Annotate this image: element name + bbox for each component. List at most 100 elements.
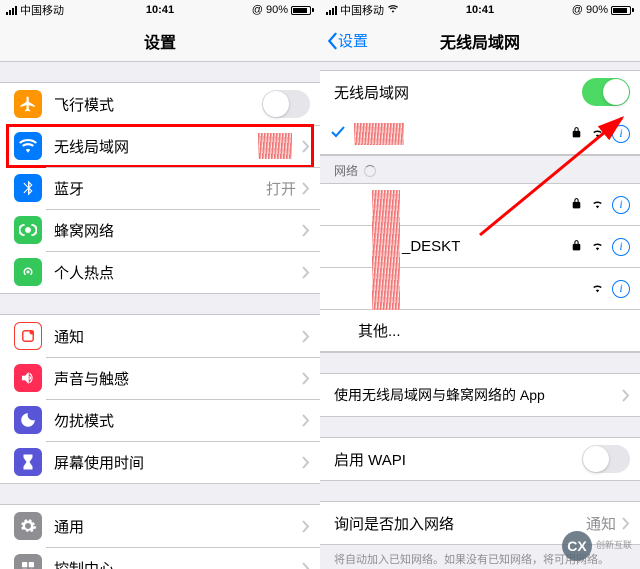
row-apps-using-wifi[interactable]: 使用无线局域网与蜂窝网络的 App <box>320 374 640 416</box>
notify-icon <box>14 322 42 350</box>
row-wifi[interactable]: 无线局域网 <box>0 125 320 167</box>
carrier-label: 中国移动 <box>20 2 64 18</box>
info-button[interactable]: i <box>612 196 630 214</box>
row-label: 勿扰模式 <box>54 410 302 431</box>
carrier-label: 中国移动 <box>340 2 384 18</box>
wifi-apps-group: 使用无线局域网与蜂窝网络的 App <box>320 373 640 417</box>
row-bluetooth[interactable]: 蓝牙 打开 <box>0 167 320 209</box>
battery-icon <box>611 6 634 15</box>
network-row[interactable]: _DESKT i <box>320 226 640 268</box>
row-control-center[interactable]: 控制中心 <box>0 547 320 569</box>
row-wapi[interactable]: 启用 WAPI <box>320 438 640 480</box>
row-screentime[interactable]: 屏幕使用时间 <box>0 441 320 483</box>
networks-list: i _DESKT i i 其他... <box>320 183 640 353</box>
watermark-logo: CX <box>562 531 592 561</box>
wifi-signal-icon <box>591 239 604 255</box>
row-other-network[interactable]: 其他... <box>320 310 640 352</box>
lock-icon <box>570 197 583 213</box>
row-label: 蜂窝网络 <box>54 220 302 241</box>
nav-bar: 设置 无线局域网 <box>320 20 640 62</box>
row-label: 其他... <box>358 320 630 341</box>
wifi-status-icon <box>387 4 399 17</box>
networks-header: 网络 <box>320 156 640 183</box>
info-button[interactable]: i <box>612 280 630 298</box>
info-button[interactable]: i <box>612 238 630 256</box>
row-cellular[interactable]: 蜂窝网络 <box>0 209 320 251</box>
back-button[interactable]: 设置 <box>326 30 368 51</box>
page-title: 无线局域网 <box>440 29 520 53</box>
row-general[interactable]: 通用 <box>0 505 320 547</box>
orientation-lock-icon: @ <box>252 4 263 16</box>
row-dnd[interactable]: 勿扰模式 <box>0 399 320 441</box>
hotspot-icon <box>14 258 42 286</box>
settings-group-notifications: 通知 声音与触感 勿扰模式 屏幕使用时间 <box>0 314 320 484</box>
status-time: 10:41 <box>466 4 494 16</box>
row-label: 无线局域网 <box>334 82 582 103</box>
loading-spinner-icon <box>364 165 376 177</box>
chevron-right-icon <box>622 517 630 530</box>
row-hotspot[interactable]: 个人热点 <box>0 251 320 293</box>
wapi-group: 启用 WAPI <box>320 437 640 481</box>
row-label: 无线局域网 <box>54 136 258 157</box>
row-value: 打开 <box>266 178 296 199</box>
hourglass-icon <box>14 448 42 476</box>
checkmark-icon <box>330 124 348 143</box>
cellular-icon <box>14 216 42 244</box>
phone-wifi-detail: 中国移动 10:41 @ 90% 设置 无线局域网 无线局域网 i <box>320 0 640 569</box>
lock-icon <box>570 126 583 142</box>
row-label: 询问是否加入网络 <box>334 513 586 534</box>
signal-bars-icon <box>326 6 337 15</box>
info-button[interactable]: i <box>612 125 630 143</box>
network-row[interactable]: i <box>320 268 640 310</box>
chevron-right-icon <box>302 520 310 533</box>
airplane-icon <box>14 90 42 118</box>
chevron-right-icon <box>622 389 630 402</box>
lock-icon <box>570 239 583 255</box>
row-airplane-mode[interactable]: 飞行模式 <box>0 83 320 125</box>
battery-pct: 90% <box>586 4 608 16</box>
row-label: 使用无线局域网与蜂窝网络的 App <box>334 385 622 405</box>
wapi-switch[interactable] <box>582 445 630 473</box>
bluetooth-icon <box>14 174 42 202</box>
wifi-signal-icon <box>591 281 604 297</box>
row-sounds[interactable]: 声音与触感 <box>0 357 320 399</box>
wifi-signal-icon <box>591 126 604 142</box>
row-label: 通知 <box>54 326 302 347</box>
wifi-icon <box>14 132 42 160</box>
sound-icon <box>14 364 42 392</box>
row-label: 通用 <box>54 516 302 537</box>
row-label: 飞行模式 <box>54 94 262 115</box>
redacted-network-names <box>372 190 400 310</box>
row-label: 蓝牙 <box>54 178 266 199</box>
chevron-right-icon <box>302 562 310 569</box>
chevron-right-icon <box>302 456 310 469</box>
back-label: 设置 <box>338 30 368 51</box>
status-bar: 中国移动 10:41 @ 90% <box>320 0 640 20</box>
page-title: 设置 <box>144 29 176 53</box>
control-icon <box>14 554 42 569</box>
row-label: 声音与触感 <box>54 368 302 389</box>
watermark: CX 创新互联 <box>562 531 632 561</box>
row-notifications[interactable]: 通知 <box>0 315 320 357</box>
wifi-switch[interactable] <box>582 78 630 106</box>
chevron-right-icon <box>302 372 310 385</box>
gear-icon <box>14 512 42 540</box>
row-label: 启用 WAPI <box>334 449 582 470</box>
moon-icon <box>14 406 42 434</box>
status-time: 10:41 <box>146 4 174 16</box>
row-wifi-toggle[interactable]: 无线局域网 <box>320 71 640 113</box>
battery-icon <box>291 6 314 15</box>
phone-settings-root: 中国移动 10:41 @ 90% 设置 飞行模式 无线局域网 蓝牙 打开 <box>0 0 320 569</box>
chevron-right-icon <box>302 330 310 343</box>
row-label: 屏幕使用时间 <box>54 452 302 473</box>
airplane-switch[interactable] <box>262 90 310 118</box>
current-network-row[interactable]: i <box>320 113 640 155</box>
status-bar: 中国移动 10:41 @ 90% <box>0 0 320 20</box>
network-row[interactable]: i <box>320 184 640 226</box>
row-label: 个人热点 <box>54 262 302 283</box>
watermark-text: 创新互联 <box>596 541 632 551</box>
settings-group-general: 通用 控制中心 AA 显示与亮度 辅助功能 <box>0 504 320 569</box>
battery-pct: 90% <box>266 4 288 16</box>
wifi-signal-icon <box>591 197 604 213</box>
orientation-lock-icon: @ <box>572 4 583 16</box>
